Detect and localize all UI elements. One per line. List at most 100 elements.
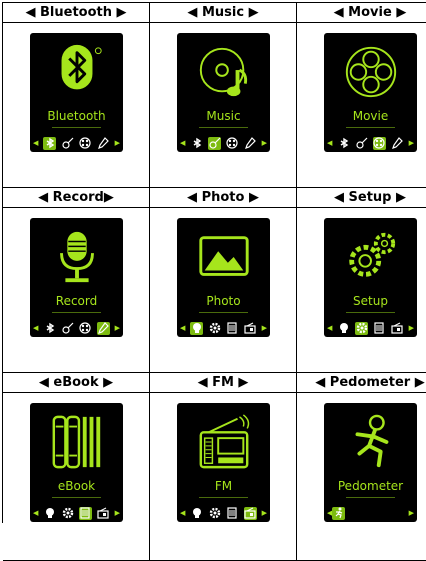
menu-bar: ◀ ▶ — [180, 506, 267, 520]
menu-bar: ◀ ▶ — [33, 506, 120, 520]
left-arrow-icon[interactable]: ◀ — [327, 139, 332, 147]
bluetooth-icon[interactable] — [43, 322, 56, 335]
screen-pedometer[interactable]: Pedometer ◀ ▶ — [324, 403, 417, 522]
guitar-icon[interactable] — [61, 137, 74, 150]
header-bluetooth: ◀ Bluetooth ▶ — [3, 3, 150, 23]
bluetooth-icon[interactable] — [43, 136, 57, 150]
header-photo: ◀ Photo ▶ — [150, 188, 297, 208]
screen-label: FM — [214, 479, 233, 493]
book-icon[interactable] — [78, 506, 92, 520]
gears-icon — [324, 228, 417, 286]
microphone-icon — [30, 228, 123, 286]
photo-icon[interactable] — [190, 507, 203, 520]
left-arrow-icon[interactable]: ◀ — [327, 324, 332, 332]
radio-icon[interactable] — [97, 507, 110, 520]
screen-fm[interactable]: FM ◀ ▶ — [177, 403, 270, 522]
divider — [346, 497, 395, 498]
movie-icon — [324, 43, 417, 101]
screen-label: eBook — [57, 479, 96, 493]
screen-bluetooth[interactable]: Bluetooth ◀ ▶ — [30, 33, 123, 152]
runner-icon[interactable] — [332, 506, 346, 520]
header-fm: ◀ FM ▶ — [150, 373, 297, 393]
photo-icon[interactable] — [43, 507, 56, 520]
book-icon[interactable] — [373, 322, 386, 335]
cell-ebook: eBook ◀ ▶ — [3, 393, 150, 561]
screen-ebook[interactable]: eBook ◀ ▶ — [30, 403, 123, 522]
left-arrow-icon[interactable]: ◀ — [180, 324, 185, 332]
menu-bar: ◀ ▶ — [33, 321, 120, 335]
mic-icon[interactable] — [96, 321, 110, 335]
film-icon[interactable] — [79, 137, 92, 150]
screen-label: Music — [206, 109, 241, 123]
header-movie: ◀ Movie ▶ — [297, 3, 426, 23]
screen-label: Movie — [352, 109, 389, 123]
screen-photo[interactable]: Photo ◀ ▶ — [177, 218, 270, 337]
screen-label: Record — [55, 294, 98, 308]
screen-movie[interactable]: Movie ◀ ▶ — [324, 33, 417, 152]
film-icon[interactable] — [226, 137, 239, 150]
gear-icon[interactable] — [355, 321, 369, 335]
feature-grid: ◀ Bluetooth ▶ ◀ Music ▶ ◀ Movie ▶ Blueto… — [2, 2, 426, 561]
left-arrow-icon[interactable]: ◀ — [33, 139, 38, 147]
radio-icon[interactable] — [243, 506, 257, 520]
runner-icon — [324, 413, 417, 471]
cell-fm: FM ◀ ▶ — [150, 393, 297, 561]
menu-bar: ◀ ▶ — [180, 136, 267, 150]
gear-icon[interactable] — [61, 507, 74, 520]
right-arrow-icon[interactable]: ▶ — [115, 324, 120, 332]
bluetooth-icon[interactable] — [337, 137, 350, 150]
screen-music[interactable]: Music ◀ ▶ — [177, 33, 270, 152]
mic-icon[interactable] — [244, 137, 257, 150]
book-icon[interactable] — [226, 322, 239, 335]
bluetooth-icon[interactable] — [190, 137, 203, 150]
menu-bar: ◀ ▶ — [327, 321, 414, 335]
radio-icon[interactable] — [244, 322, 257, 335]
gear-icon[interactable] — [208, 507, 221, 520]
gear-icon[interactable] — [208, 322, 221, 335]
screen-record[interactable]: Record ◀ ▶ — [30, 218, 123, 337]
left-arrow-icon[interactable]: ◀ — [180, 139, 185, 147]
screen-label: Pedometer — [337, 479, 404, 493]
left-arrow-icon[interactable]: ◀ — [180, 509, 185, 517]
radio-icon — [177, 413, 270, 471]
right-arrow-icon[interactable]: ▶ — [262, 509, 267, 517]
divider — [199, 497, 248, 498]
mic-icon[interactable] — [391, 137, 404, 150]
right-arrow-icon[interactable]: ▶ — [262, 139, 267, 147]
header-ebook: ◀ eBook ▶ — [3, 373, 150, 393]
header-record: ◀ Record▶ — [3, 188, 150, 208]
right-arrow-icon[interactable]: ▶ — [262, 324, 267, 332]
divider — [52, 312, 101, 313]
photo-icon[interactable] — [337, 322, 350, 335]
menu-bar: ◀ ▶ — [33, 136, 120, 150]
menu-bar: ◀ ▶ — [327, 136, 414, 150]
screen-label: Photo — [206, 294, 241, 308]
right-arrow-icon[interactable]: ▶ — [409, 509, 414, 517]
header-music: ◀ Music ▶ — [150, 3, 297, 23]
right-arrow-icon[interactable]: ▶ — [409, 139, 414, 147]
left-arrow-icon[interactable]: ◀ — [33, 324, 38, 332]
divider — [52, 127, 101, 128]
screen-setup[interactable]: Setup ◀ ▶ — [324, 218, 417, 337]
book-icon[interactable] — [226, 507, 239, 520]
guitar-icon[interactable] — [355, 137, 368, 150]
right-arrow-icon[interactable]: ▶ — [115, 509, 120, 517]
bluetooth-icon — [30, 43, 123, 101]
film-icon[interactable] — [79, 322, 92, 335]
divider — [346, 127, 395, 128]
photo-icon[interactable] — [190, 321, 204, 335]
divider — [346, 312, 395, 313]
radio-icon[interactable] — [391, 322, 404, 335]
film-icon[interactable] — [372, 136, 386, 150]
menu-bar: ◀ ▶ — [327, 506, 414, 520]
guitar-icon[interactable] — [208, 136, 222, 150]
left-arrow-icon[interactable]: ◀ — [33, 509, 38, 517]
music-icon — [177, 43, 270, 101]
cell-music: Music ◀ ▶ — [150, 23, 297, 188]
header-setup: ◀ Setup ▶ — [297, 188, 426, 208]
divider — [199, 127, 248, 128]
guitar-icon[interactable] — [61, 322, 74, 335]
right-arrow-icon[interactable]: ▶ — [115, 139, 120, 147]
right-arrow-icon[interactable]: ▶ — [409, 324, 414, 332]
mic-icon[interactable] — [97, 137, 110, 150]
